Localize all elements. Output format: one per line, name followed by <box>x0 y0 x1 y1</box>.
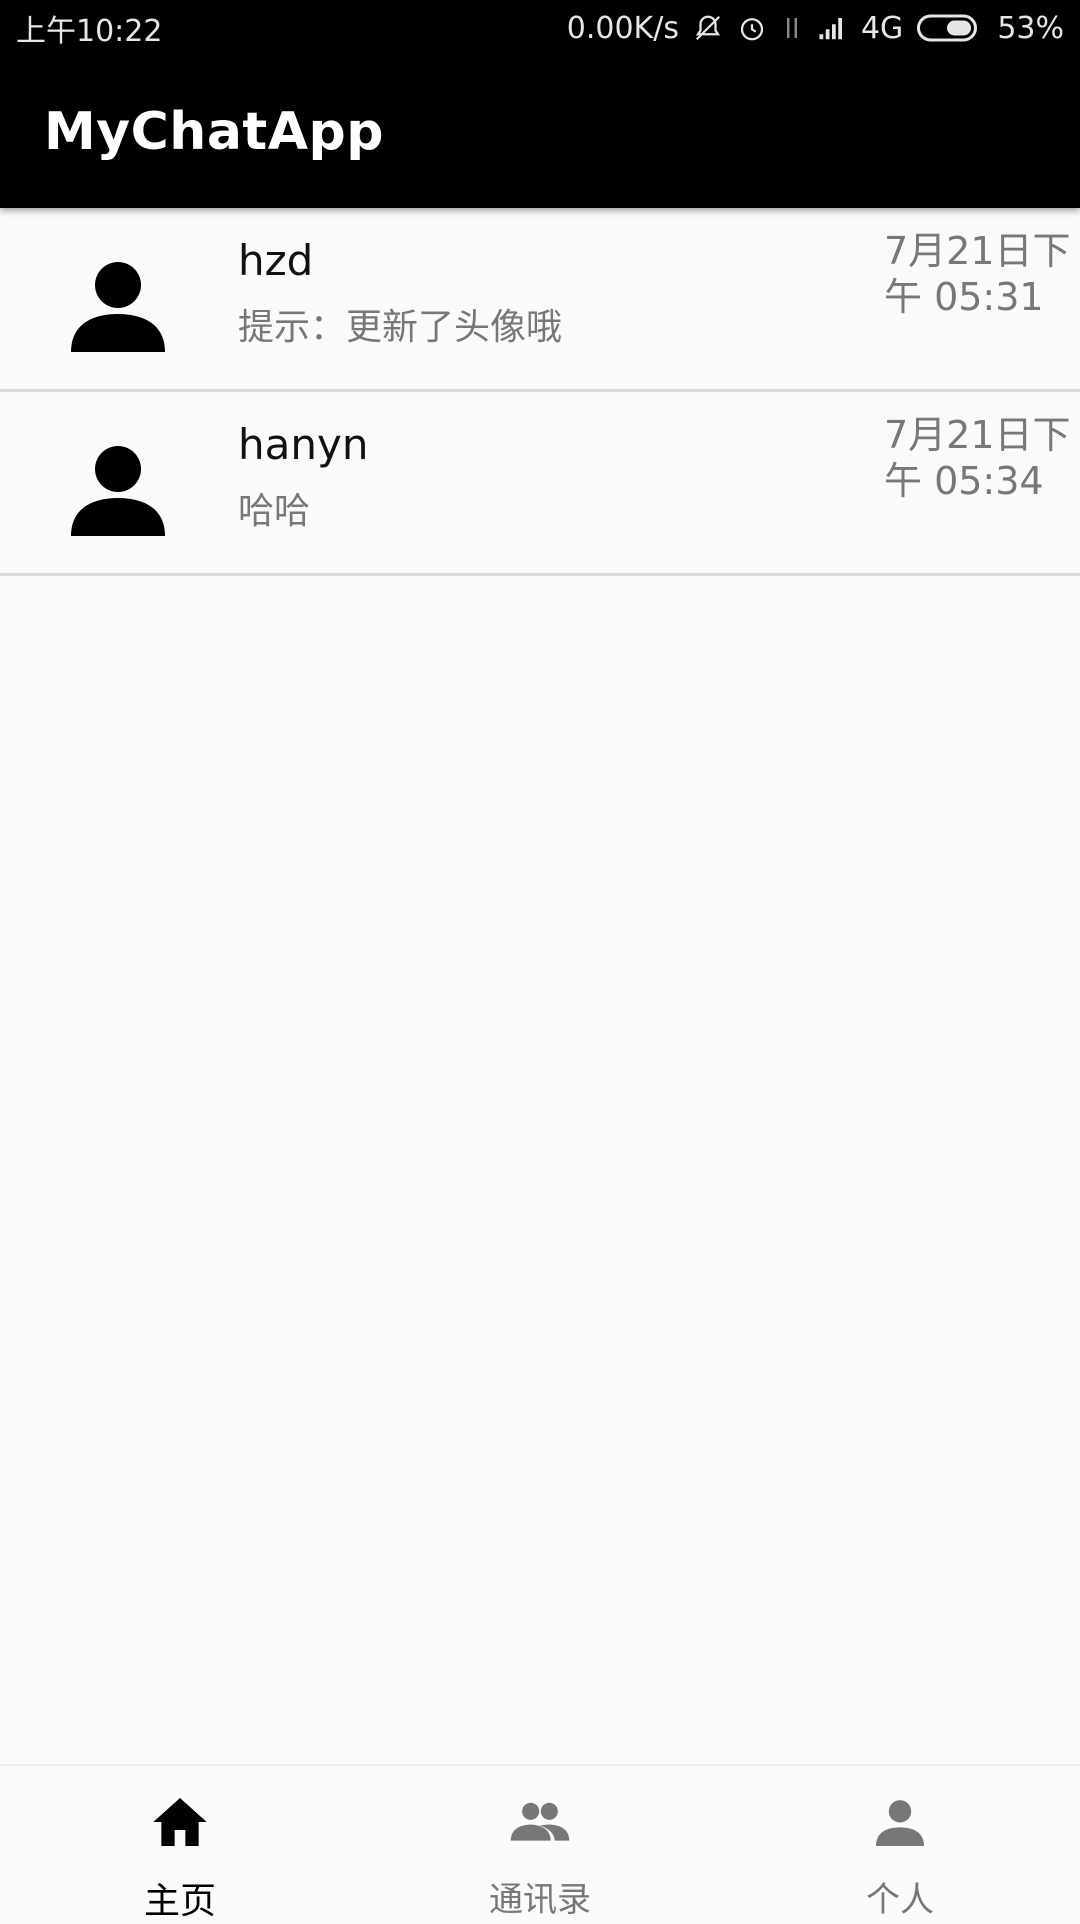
alarm-icon <box>737 13 767 43</box>
mute-bell-icon <box>693 13 723 43</box>
chat-preview: 哈哈 <box>238 491 311 532</box>
bottom-navigation: 主页 通讯录 个人 <box>0 1764 1080 1922</box>
status-battery: 53% <box>997 10 1064 46</box>
status-bar: 上午10:22 0.00K/s 4G 53% <box>0 0 1080 56</box>
chat-list: hzd 提示：更新了头像哦 7月21日下午 05:31 hanyn 哈哈 7月2… <box>0 208 1080 576</box>
chat-list-item[interactable]: hanyn 哈哈 7月21日下午 05:34 <box>0 392 1080 576</box>
chat-name: hanyn <box>238 420 369 469</box>
home-icon <box>148 1790 212 1858</box>
person-icon <box>68 436 168 536</box>
chat-preview: 提示：更新了头像哦 <box>238 307 563 348</box>
nav-home[interactable]: 主页 <box>0 1766 360 1922</box>
data-arrows-icon <box>781 13 803 43</box>
nav-home-label: 主页 <box>143 1881 216 1922</box>
nav-contacts-label: 通讯录 <box>489 1880 591 1920</box>
contacts-icon <box>508 1790 572 1858</box>
chat-name: hzd <box>238 236 314 285</box>
app-bar: MyChatApp <box>0 56 1080 208</box>
status-time: 上午10:22 <box>16 14 163 49</box>
status-net-speed: 0.00K/s <box>566 10 679 46</box>
person-icon <box>868 1790 932 1858</box>
nav-contacts[interactable]: 通讯录 <box>360 1766 720 1920</box>
person-icon <box>68 252 168 352</box>
chat-time: 7月21日下午 05:34 <box>884 413 1071 503</box>
signal-icon <box>817 13 847 43</box>
app-title: MyChatApp <box>44 102 384 162</box>
nav-profile[interactable]: 个人 <box>720 1766 1080 1920</box>
chat-list-item[interactable]: hzd 提示：更新了头像哦 7月21日下午 05:31 <box>0 208 1080 392</box>
status-network: 4G <box>860 10 904 46</box>
nav-profile-label: 个人 <box>866 1880 934 1920</box>
chat-time: 7月21日下午 05:31 <box>884 229 1071 319</box>
battery-icon <box>917 13 983 43</box>
